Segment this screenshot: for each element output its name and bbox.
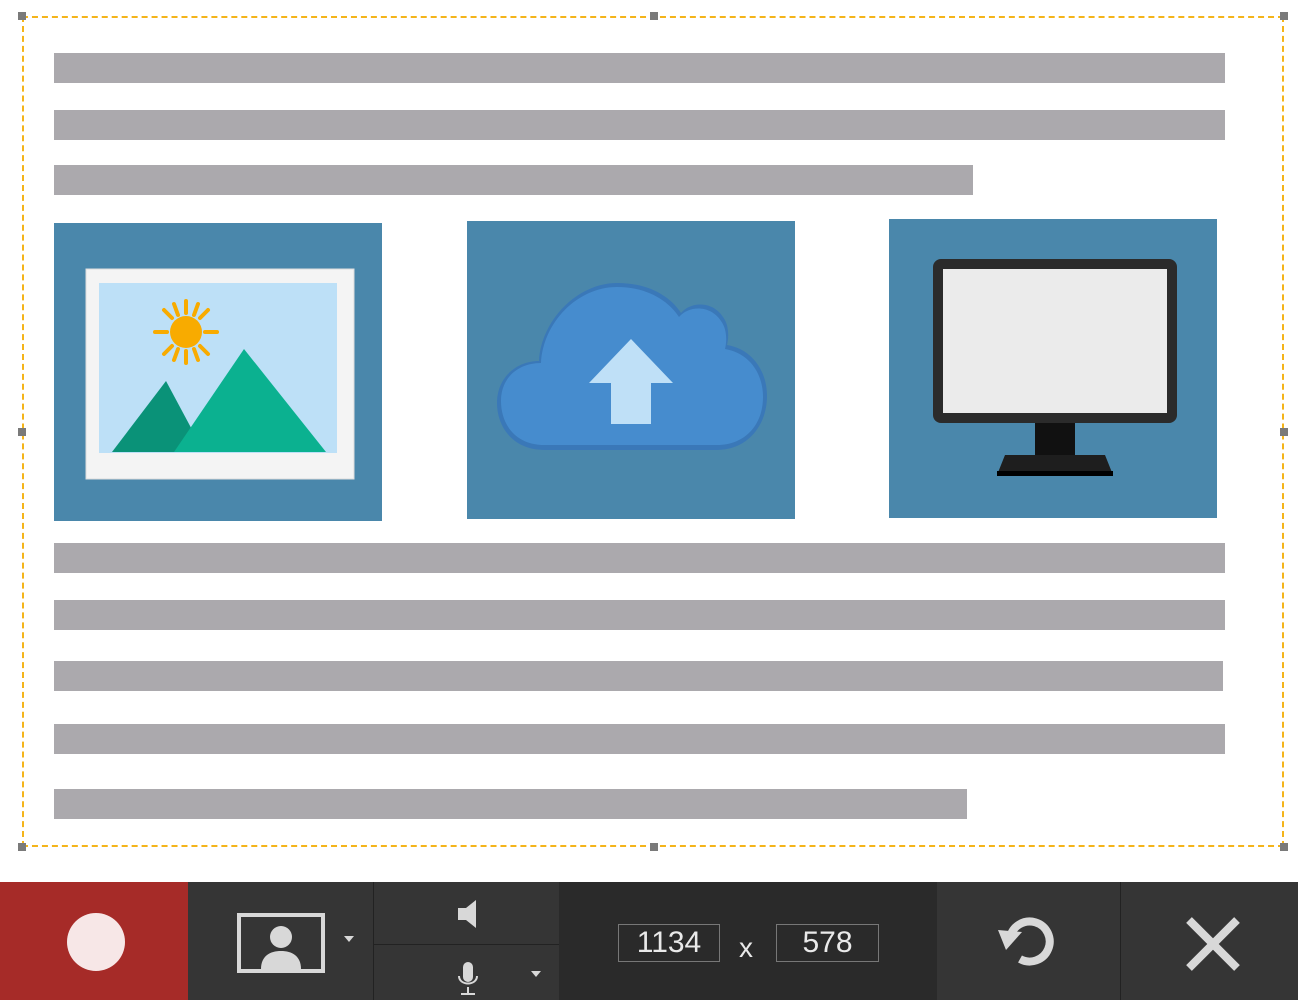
- resize-handle-left[interactable]: [18, 428, 26, 436]
- webcam-options-chevron-down-icon[interactable]: [342, 934, 356, 944]
- text-line-placeholder: [54, 543, 1225, 573]
- resize-handle-top-right[interactable]: [1280, 12, 1288, 20]
- text-line-placeholder: [54, 110, 1225, 140]
- monitor-tile: [889, 219, 1217, 518]
- record-button[interactable]: [0, 882, 188, 1000]
- resize-handle-bottom-right[interactable]: [1280, 843, 1288, 851]
- audio-controls: [374, 882, 559, 1000]
- resize-handle-right[interactable]: [1280, 428, 1288, 436]
- audio-divider: [374, 944, 559, 945]
- text-line-placeholder: [54, 661, 1223, 691]
- resize-handle-top[interactable]: [650, 12, 658, 20]
- speaker-icon[interactable]: [456, 898, 480, 930]
- text-line-placeholder: [54, 165, 973, 195]
- cloud-tile: [467, 221, 795, 519]
- resize-handle-bottom[interactable]: [650, 843, 658, 851]
- monitor-icon: [933, 259, 1177, 476]
- text-line-placeholder: [54, 789, 967, 819]
- text-line-placeholder: [54, 724, 1225, 754]
- close-icon: [1186, 917, 1240, 971]
- image-tile: [54, 223, 382, 521]
- restart-icon: [998, 917, 1054, 966]
- microphone-icon[interactable]: [456, 960, 480, 998]
- resize-handle-top-left[interactable]: [18, 12, 26, 20]
- close-button[interactable]: [1121, 882, 1298, 1000]
- recording-toolbar: 1134 x 578: [0, 882, 1298, 1000]
- dimension-separator: x: [739, 932, 753, 963]
- height-input[interactable]: 578: [776, 924, 879, 962]
- image-icon: [85, 268, 355, 480]
- restart-button[interactable]: [937, 882, 1121, 1000]
- webcam-toggle-button[interactable]: [188, 882, 374, 1000]
- width-input[interactable]: 1134: [618, 924, 720, 962]
- audio-options-chevron-down-icon[interactable]: [529, 969, 543, 979]
- dimensions-panel: 1134 x 578: [559, 882, 937, 1000]
- text-line-placeholder: [54, 600, 1225, 630]
- cloud-upload-icon: [497, 283, 767, 450]
- record-icon: [67, 913, 125, 971]
- text-line-placeholder: [54, 53, 1225, 83]
- resize-handle-bottom-left[interactable]: [18, 843, 26, 851]
